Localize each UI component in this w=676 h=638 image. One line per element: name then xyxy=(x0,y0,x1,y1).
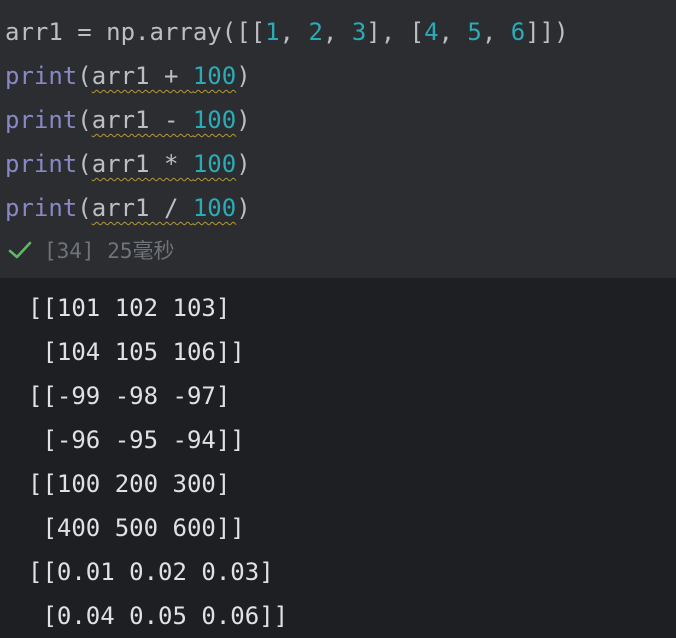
code-token: ( xyxy=(77,150,92,178)
builtin-token: print xyxy=(5,150,78,178)
output-line: [104 105 106]] xyxy=(28,338,245,366)
code-token: ( xyxy=(77,62,92,90)
number-token: 100 xyxy=(192,194,237,222)
builtin-token: print xyxy=(5,106,78,134)
cell-output: [[101 102 103] [104 105 106]] [[-99 -98 -… xyxy=(28,286,288,638)
code-token: arr1 * xyxy=(91,150,193,178)
code-token: arr1 / xyxy=(91,194,193,222)
output-line: [0.04 0.05 0.06]] xyxy=(28,602,289,630)
code-token: ( xyxy=(77,106,92,134)
warning-underline: arr1 / 100 xyxy=(92,194,237,222)
number-token: 2 xyxy=(308,18,323,46)
number-token: 6 xyxy=(510,18,526,46)
code-token: , xyxy=(481,18,511,46)
number-token: 100 xyxy=(192,62,237,90)
code-line-print-div: print(arr1 / 100) xyxy=(5,186,569,230)
code-token: , xyxy=(438,18,468,46)
code-token: arr1 + xyxy=(91,62,193,90)
warning-underline: arr1 * 100 xyxy=(92,150,237,178)
output-line: [[-99 -98 -97] xyxy=(28,382,231,410)
code-token: ) xyxy=(236,194,251,222)
output-line: [-96 -95 -94]] xyxy=(28,426,245,454)
output-line: [[0.01 0.02 0.03] xyxy=(28,558,274,586)
code-line-print-sub: print(arr1 - 100) xyxy=(5,98,569,142)
check-icon xyxy=(8,232,36,268)
output-line: [[101 102 103] xyxy=(28,294,231,322)
builtin-token: print xyxy=(5,194,78,222)
code-token: , xyxy=(322,18,352,46)
code-token: arr1 - xyxy=(91,106,193,134)
warning-underline: arr1 + 100 xyxy=(92,62,237,90)
code-token: ], [ xyxy=(366,18,425,46)
number-token: 4 xyxy=(424,18,439,46)
builtin-token: print xyxy=(5,62,78,90)
code-token: arr1 = np.array([[ xyxy=(5,18,266,46)
output-line: [[100 200 300] xyxy=(28,470,231,498)
warning-underline: arr1 - 100 xyxy=(92,106,237,134)
code-editor[interactable]: arr1 = np.array([[1, 2, 3], [4, 5, 6]]) p… xyxy=(5,10,569,230)
code-line-print-add: print(arr1 + 100) xyxy=(5,54,569,98)
execution-status: [34] 25毫秒 xyxy=(8,232,175,268)
code-token: , xyxy=(279,18,309,46)
number-token: 5 xyxy=(467,18,482,46)
number-token: 1 xyxy=(265,18,280,46)
number-token: 3 xyxy=(351,18,367,46)
code-cell[interactable]: arr1 = np.array([[1, 2, 3], [4, 5, 6]]) p… xyxy=(0,0,676,278)
output-line: [400 500 600]] xyxy=(28,514,245,542)
code-token: ) xyxy=(236,106,251,134)
execution-count-time: [34] 25毫秒 xyxy=(44,239,175,263)
code-line-print-mul: print(arr1 * 100) xyxy=(5,142,569,186)
code-token: ) xyxy=(236,150,251,178)
code-token: ( xyxy=(77,194,92,222)
code-line-array: arr1 = np.array([[1, 2, 3], [4, 5, 6]]) xyxy=(5,10,569,54)
number-token: 100 xyxy=(192,106,237,134)
number-token: 100 xyxy=(192,150,237,178)
code-token: ) xyxy=(236,62,251,90)
code-token: ]]) xyxy=(525,18,569,46)
